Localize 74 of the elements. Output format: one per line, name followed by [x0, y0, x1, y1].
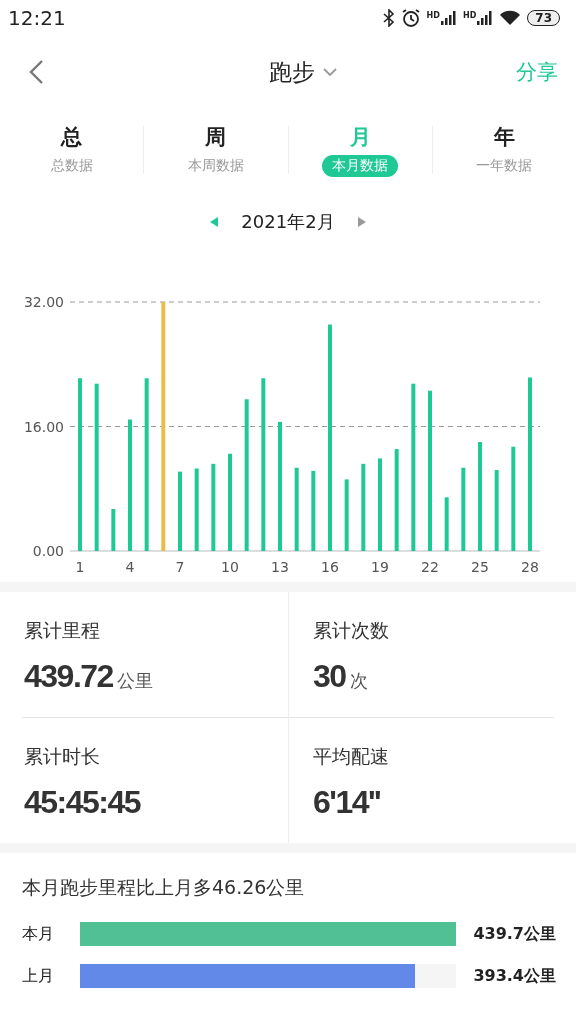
x-axis-label: 1 [75, 559, 85, 575]
signal-icon [477, 11, 494, 25]
status-time: 12:21 [8, 6, 66, 30]
chart-bar[interactable] [311, 470, 316, 551]
previous-arrow-icon[interactable] [209, 217, 220, 227]
chart-bar[interactable] [144, 378, 149, 551]
chart-bar[interactable] [494, 470, 499, 551]
chart-bar[interactable] [261, 378, 266, 551]
comparison-label: 上月 [22, 965, 55, 987]
chart-bar[interactable] [394, 449, 399, 551]
chart-bar[interactable] [528, 377, 532, 551]
chart-bar[interactable] [194, 468, 199, 551]
x-axis-label: 10 [221, 559, 239, 575]
stat-unit: 公里 [116, 669, 153, 693]
x-axis-label: 16 [321, 559, 339, 575]
back-icon[interactable] [28, 59, 44, 85]
x-axis-label: 4 [125, 559, 135, 575]
stat-value: 30 [313, 658, 346, 695]
stat-unit: 次 [349, 669, 368, 693]
chart-bar[interactable] [328, 324, 332, 551]
chart-bar[interactable] [478, 442, 482, 551]
chart-bar[interactable] [78, 378, 82, 551]
chart-bar[interactable] [161, 302, 166, 551]
stat-label: 累计时长 [24, 744, 101, 769]
x-axis-label: 25 [471, 559, 489, 575]
chart-bar[interactable] [94, 383, 99, 551]
x-axis-label: 28 [521, 559, 539, 575]
hd-label: HD [462, 11, 477, 20]
chart-bar[interactable] [361, 463, 366, 551]
chart-bar[interactable] [411, 383, 416, 551]
period-tab[interactable]: 年 一年数据 [432, 123, 576, 177]
hd-label: HD [426, 11, 440, 20]
x-axis-label: 22 [421, 559, 439, 575]
chart-bar[interactable] [428, 390, 432, 551]
y-axis-label: 0.00 [32, 543, 64, 559]
chart-bar[interactable] [344, 479, 349, 551]
y-axis-label: 32.00 [23, 294, 64, 310]
chart-bar[interactable] [244, 399, 249, 551]
bluetooth-icon [382, 9, 395, 27]
comparison-summary: 本月跑步里程比上月多46.26公里 [22, 875, 306, 900]
comparison-label: 本月 [22, 923, 55, 945]
chart-bar[interactable] [511, 446, 516, 551]
period-label: 2021年2月 [241, 210, 335, 234]
chart-bar[interactable] [294, 467, 299, 551]
stat-label: 累计次数 [313, 618, 390, 643]
signal-icon [440, 11, 457, 25]
stat-value: 6'14'' [313, 784, 381, 821]
comparison-value: 393.4公里 [472, 965, 556, 987]
period-tab[interactable]: 周 本周数据 [144, 123, 288, 177]
chart-bar[interactable] [444, 497, 449, 551]
battery-indicator: 73 [527, 10, 560, 26]
alarm-icon [400, 8, 421, 28]
stat-value: 439.72 [24, 658, 113, 695]
chart-bar[interactable] [461, 467, 466, 551]
stat-value: 45:45:45 [24, 784, 141, 821]
chart-bar[interactable] [178, 471, 182, 551]
chart-bar[interactable] [111, 509, 116, 551]
chart-bar[interactable] [378, 458, 382, 551]
chart-bar[interactable] [128, 419, 132, 551]
stat-label: 累计里程 [24, 618, 101, 643]
y-axis-label: 16.00 [23, 418, 64, 435]
chart-bar[interactable] [278, 421, 282, 551]
x-axis-label: 19 [371, 559, 389, 575]
wifi-icon [499, 10, 522, 26]
comparison-value: 439.7公里 [472, 923, 556, 945]
period-tab[interactable]: 总 总数据 [0, 123, 144, 177]
page-title[interactable]: 跑步 [269, 56, 315, 88]
chart-bar[interactable] [228, 453, 232, 551]
stat-label: 平均配速 [313, 744, 390, 769]
next-arrow-icon[interactable] [356, 217, 367, 227]
chart-bar[interactable] [211, 463, 216, 551]
chevron-down-icon[interactable] [323, 67, 337, 77]
x-axis-label: 7 [175, 559, 185, 575]
x-axis-label: 13 [271, 559, 289, 575]
